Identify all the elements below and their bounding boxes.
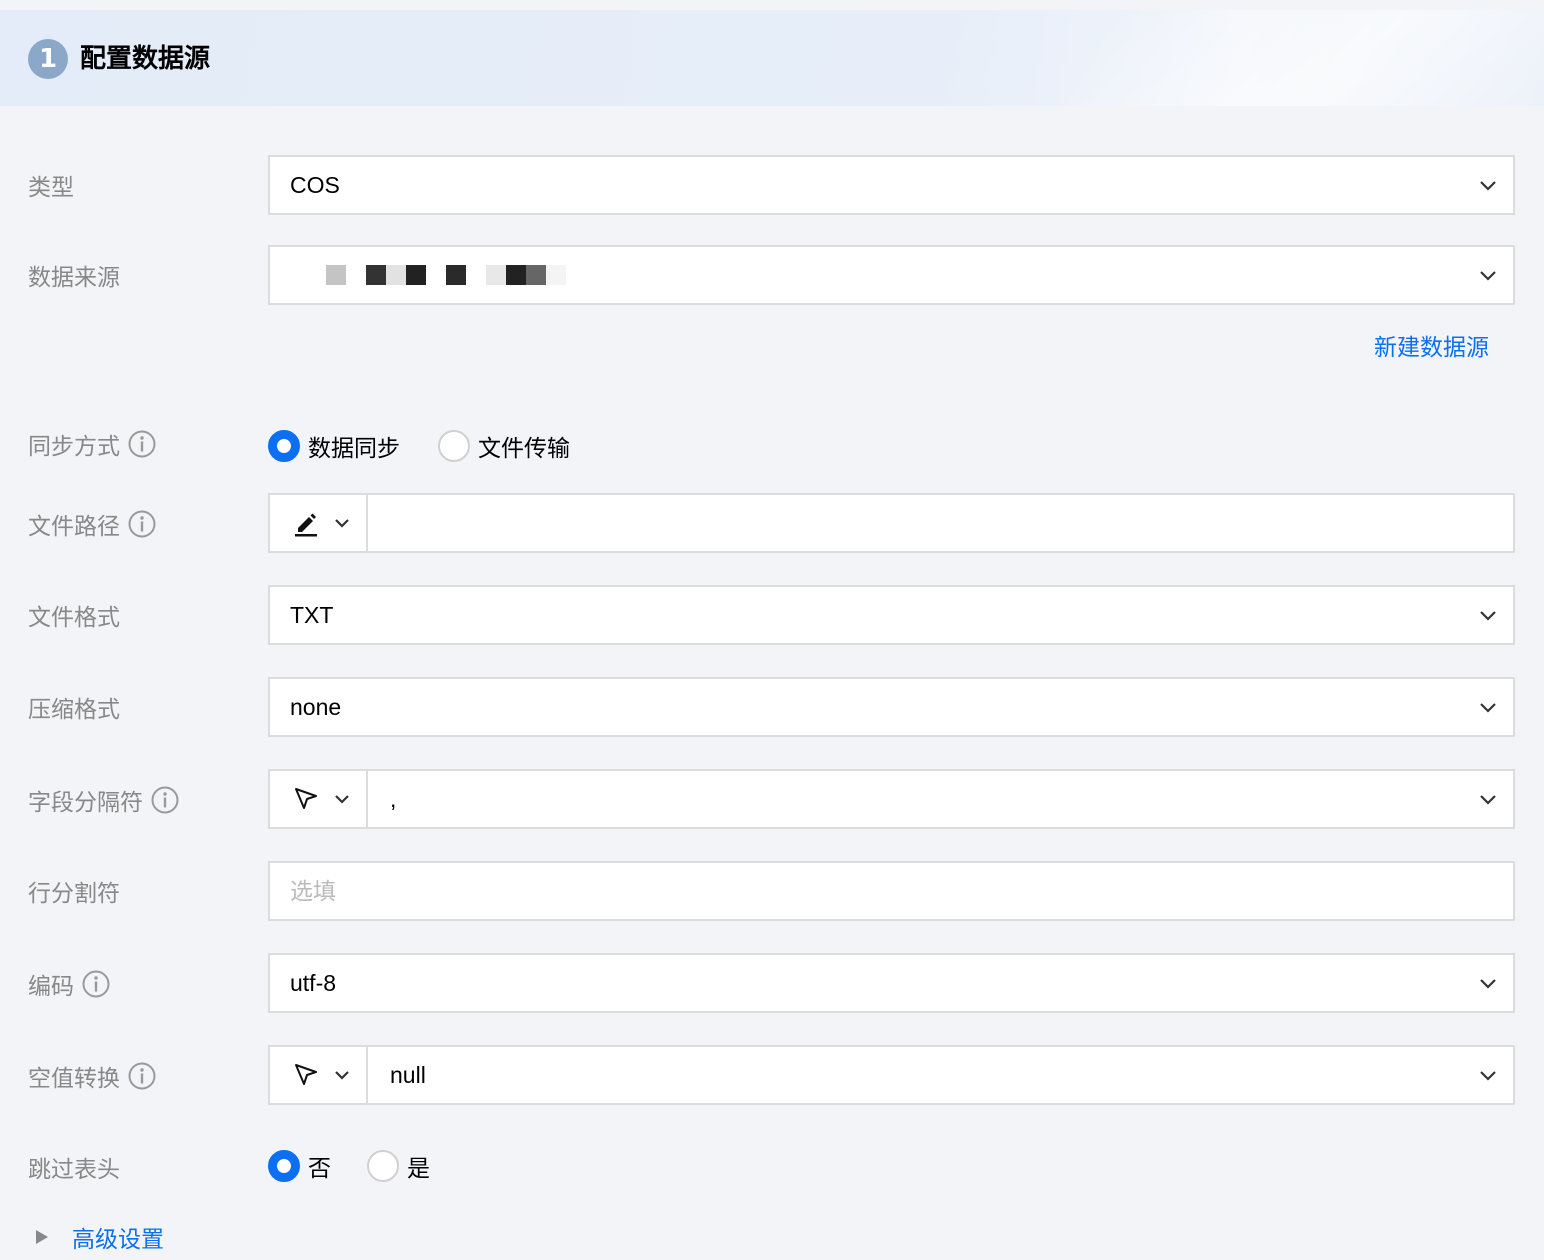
chevron-down-icon bbox=[1480, 703, 1496, 713]
new-datasource-link[interactable]: 新建数据源 bbox=[1374, 328, 1489, 362]
skip-header-radio-group: 否 是 bbox=[268, 1149, 468, 1183]
input-mode-dropdown[interactable] bbox=[270, 495, 368, 551]
radio-label: 数据同步 bbox=[308, 436, 400, 462]
skip-header-label: 跳过表头 bbox=[28, 1157, 120, 1183]
info-icon[interactable] bbox=[128, 510, 156, 538]
info-icon[interactable] bbox=[151, 786, 179, 814]
radio-data-sync[interactable]: 数据同步 bbox=[268, 429, 400, 463]
radio-yes[interactable]: 是 bbox=[367, 1149, 430, 1183]
sync-mode-label: 同步方式 bbox=[28, 427, 156, 461]
cursor-arrow-icon bbox=[295, 1064, 317, 1085]
null-conversion-label: 空值转换 bbox=[28, 1059, 156, 1093]
header-decoration bbox=[1052, 10, 1544, 106]
section-header: 1 配置数据源 bbox=[0, 10, 1544, 106]
chevron-down-icon bbox=[335, 519, 349, 528]
radio-file-transfer[interactable]: 文件传输 bbox=[438, 429, 570, 463]
null-conversion-value: null bbox=[390, 1062, 426, 1088]
type-value: COS bbox=[290, 172, 340, 198]
radio-no[interactable]: 否 bbox=[268, 1149, 331, 1183]
input-mode-dropdown[interactable] bbox=[270, 771, 368, 827]
advanced-settings-toggle[interactable]: 高级设置 bbox=[36, 1220, 164, 1254]
radio-checked-icon bbox=[268, 430, 300, 462]
section-title: 配置数据源 bbox=[80, 44, 211, 74]
compression-value: none bbox=[290, 694, 342, 720]
advanced-settings-label: 高级设置 bbox=[72, 1227, 164, 1253]
file-format-label: 文件格式 bbox=[28, 605, 120, 631]
chevron-down-icon bbox=[1480, 795, 1496, 805]
row-separator-placeholder: 选填 bbox=[290, 878, 336, 904]
caret-right-icon bbox=[36, 1230, 48, 1244]
radio-unchecked-icon bbox=[438, 430, 470, 462]
file-format-select[interactable]: TXT bbox=[268, 585, 1515, 645]
info-icon[interactable] bbox=[82, 970, 110, 998]
file-path-label: 文件路径 bbox=[28, 507, 156, 541]
type-select[interactable]: COS bbox=[268, 155, 1515, 215]
chevron-down-icon bbox=[335, 1071, 349, 1080]
chevron-down-icon bbox=[1480, 979, 1496, 989]
datasource-select[interactable] bbox=[268, 245, 1515, 305]
chevron-down-icon bbox=[1480, 271, 1496, 281]
field-separator-value: , bbox=[390, 786, 397, 812]
info-icon[interactable] bbox=[128, 1062, 156, 1090]
radio-label: 否 bbox=[308, 1156, 331, 1182]
radio-label: 文件传输 bbox=[478, 436, 570, 462]
encoding-select[interactable]: utf-8 bbox=[268, 953, 1515, 1013]
sync-mode-radio-group: 数据同步 文件传输 bbox=[268, 429, 608, 463]
compression-select[interactable]: none bbox=[268, 677, 1515, 737]
cursor-arrow-icon bbox=[295, 788, 317, 809]
chevron-down-icon bbox=[1480, 611, 1496, 621]
datasource-label: 数据来源 bbox=[28, 265, 120, 291]
type-label: 类型 bbox=[28, 175, 74, 201]
null-conversion-select[interactable]: null bbox=[268, 1045, 1515, 1105]
compression-label: 压缩格式 bbox=[28, 697, 120, 723]
chevron-down-icon bbox=[1480, 1071, 1496, 1081]
radio-unchecked-icon bbox=[367, 1150, 399, 1182]
field-separator-label: 字段分隔符 bbox=[28, 783, 179, 817]
input-mode-dropdown[interactable] bbox=[270, 1047, 368, 1103]
edit-pen-icon bbox=[295, 513, 317, 537]
masked-datasource-value bbox=[326, 265, 566, 285]
radio-label: 是 bbox=[407, 1156, 430, 1182]
info-icon[interactable] bbox=[128, 430, 156, 458]
radio-checked-icon bbox=[268, 1150, 300, 1182]
step-number-badge: 1 bbox=[28, 39, 68, 79]
file-path-input[interactable] bbox=[268, 493, 1515, 553]
chevron-down-icon bbox=[1480, 181, 1496, 191]
encoding-value: utf-8 bbox=[290, 970, 337, 996]
row-separator-input[interactable]: 选填 bbox=[268, 861, 1515, 921]
encoding-label: 编码 bbox=[28, 967, 110, 1001]
row-separator-label: 行分割符 bbox=[28, 881, 120, 907]
file-format-value: TXT bbox=[290, 602, 334, 628]
chevron-down-icon bbox=[335, 795, 349, 804]
field-separator-select[interactable]: , bbox=[268, 769, 1515, 829]
